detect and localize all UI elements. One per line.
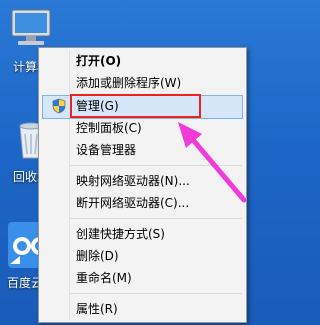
annotation-arrow	[178, 122, 247, 203]
